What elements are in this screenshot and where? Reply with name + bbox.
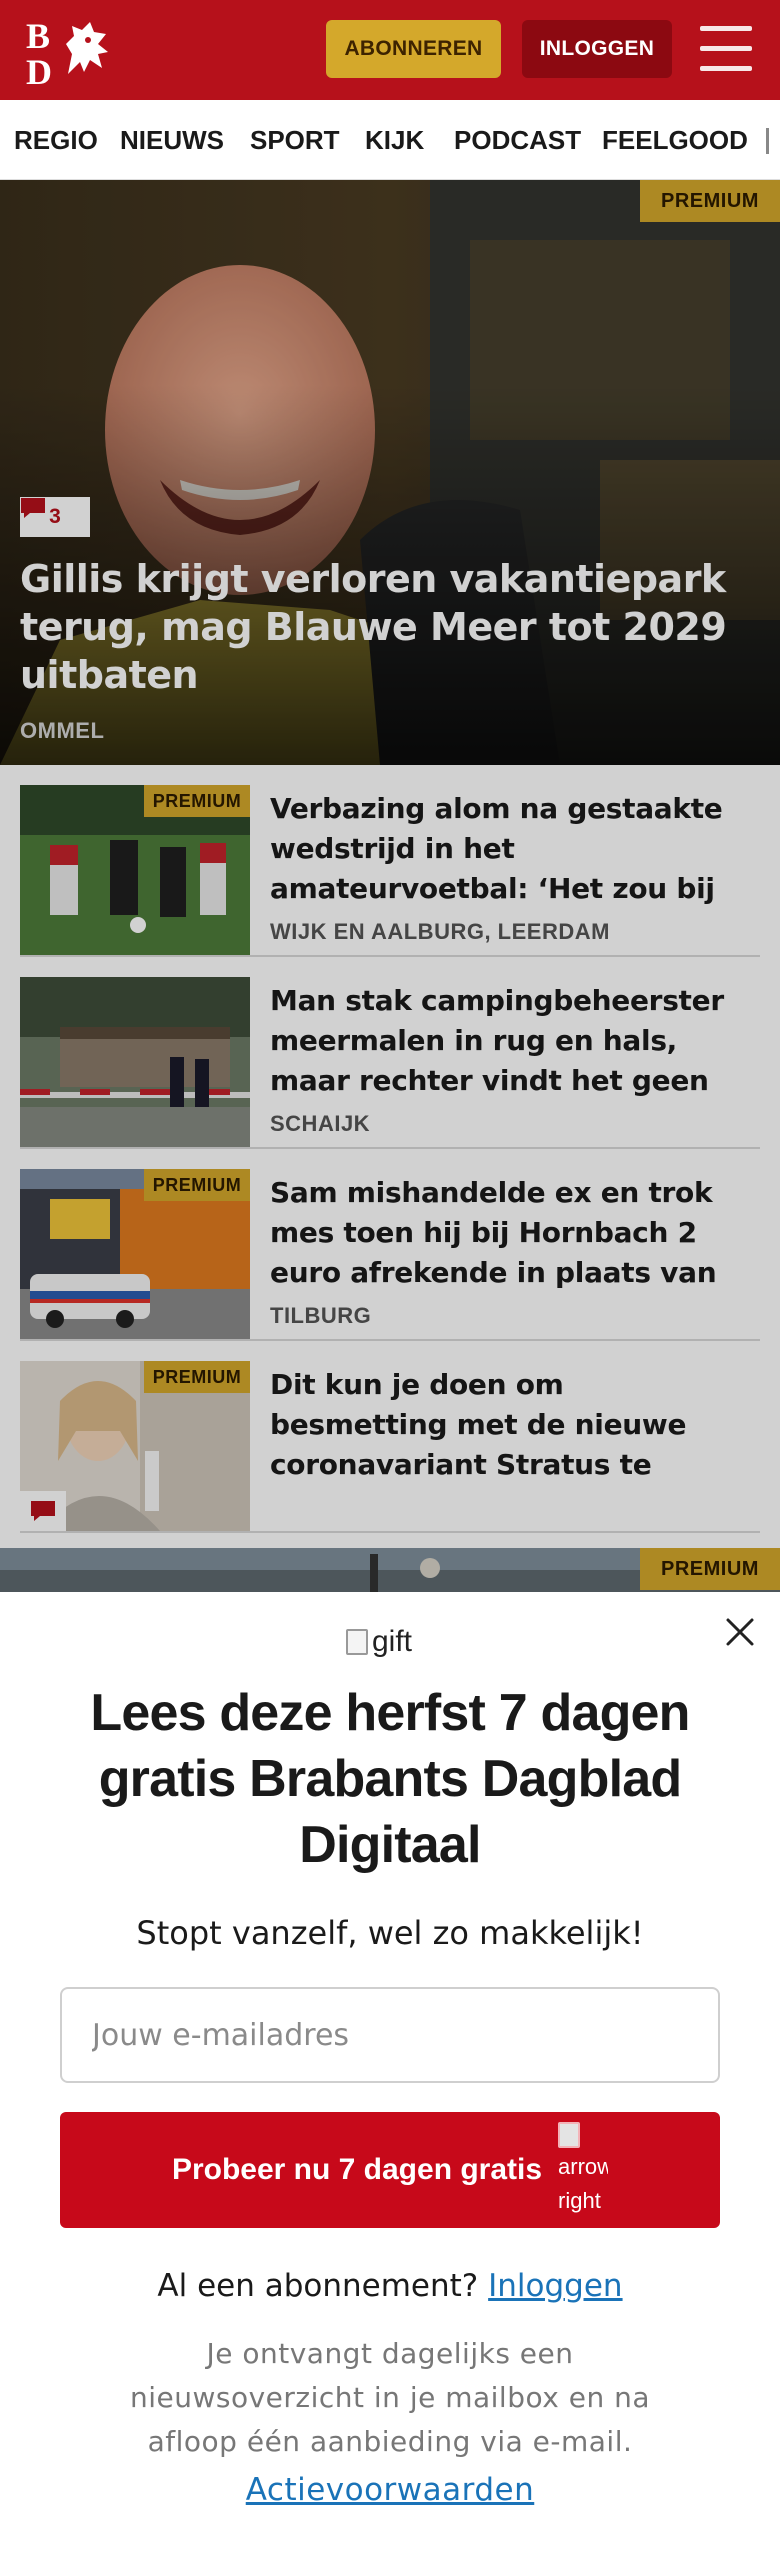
site-header: B D ABONNEREN INLOGGEN bbox=[0, 0, 780, 100]
brabants-dagblad-logo[interactable]: B D bbox=[24, 14, 116, 86]
nav-item-feelgood[interactable]: FEELGOOD bbox=[602, 100, 748, 179]
comment-count: 3 bbox=[49, 505, 61, 528]
login-button[interactable]: INLOGGEN bbox=[522, 20, 672, 78]
email-input[interactable] bbox=[60, 1987, 720, 2083]
nav-item-sport[interactable]: SPORT bbox=[250, 100, 340, 179]
comment-icon bbox=[31, 1501, 55, 1521]
hamburger-menu-icon[interactable] bbox=[700, 26, 752, 72]
hero-location: OMMEL bbox=[20, 718, 105, 743]
free-trial-label: Probeer nu 7 dagen gratis bbox=[171, 2153, 543, 2186]
comment-badge[interactable] bbox=[20, 1491, 66, 1531]
svg-text:D: D bbox=[26, 52, 52, 86]
modal-subheading: Stopt vanzelf, wel zo makkelijk! bbox=[136, 1914, 644, 1952]
premium-badge: PREMIUM bbox=[144, 1361, 250, 1393]
existing-account-line: Al een abonnement? Inloggen bbox=[60, 2268, 720, 2304]
broken-image-icon bbox=[346, 1629, 368, 1655]
article-thumbnail: PREMIUM bbox=[20, 1169, 250, 1339]
article-location: WIJK EN AALBURG, LEERDAM bbox=[270, 919, 610, 944]
arrow-alt-text: arrow-right bbox=[558, 2154, 609, 2213]
article-location: SCHAIJK bbox=[270, 1111, 371, 1136]
broken-image-icon bbox=[558, 2122, 581, 2148]
article-thumbnail: PREMIUM bbox=[20, 1361, 250, 1531]
free-trial-button[interactable]: Probeer nu 7 dagen gratis arrow-right bbox=[60, 2112, 720, 2228]
nav-item-podcast[interactable]: PODCAST bbox=[454, 100, 581, 179]
article-location: TILBURG bbox=[270, 1303, 372, 1328]
article-thumbnail: PREMIUM bbox=[20, 785, 250, 955]
article-title[interactable]: Dit kun je doen om besmetting met de nie… bbox=[270, 1365, 750, 1485]
hero-article[interactable]: PREMIUM 3 Gillis krijgt verloren vakanti… bbox=[0, 180, 780, 765]
section-nav: REGIO NIEUWS SPORT KIJK PODCAST FEELGOOD bbox=[0, 100, 780, 180]
comment-icon bbox=[21, 498, 45, 518]
terms-link[interactable]: Actievoorwaarden bbox=[60, 2472, 720, 2508]
gift-image: gift bbox=[346, 1624, 412, 1660]
nav-overflow-indicator bbox=[766, 128, 769, 154]
close-icon[interactable] bbox=[722, 1614, 758, 1650]
modal-heading: Lees deze herfst 7 dagen gratis Brabants… bbox=[90, 1684, 690, 1874]
article-title[interactable]: Sam mishandelde ex en trok mes toen hij … bbox=[270, 1173, 750, 1293]
article-row[interactable]: PREMIUM Verbazing alom na gestaakte weds… bbox=[20, 765, 760, 957]
arrow-right-icon: arrow-right bbox=[558, 2120, 608, 2220]
article-row[interactable]: Man stak campingbeheerster meermalen in … bbox=[20, 957, 760, 1149]
article-thumbnail bbox=[20, 977, 250, 1147]
article-title[interactable]: Verbazing alom na gestaakte wedstrijd in… bbox=[270, 789, 750, 909]
nav-item-kijk[interactable]: KIJK bbox=[365, 100, 424, 179]
premium-badge: PREMIUM bbox=[640, 180, 780, 222]
article-row[interactable]: PREMIUM Dit kun je doen om besmetting me… bbox=[20, 1341, 760, 1533]
premium-badge: PREMIUM bbox=[144, 785, 250, 817]
article-title[interactable]: Man stak campingbeheerster meermalen in … bbox=[270, 981, 750, 1101]
gift-alt-text: gift bbox=[372, 1625, 413, 1658]
comment-count-badge[interactable]: 3 bbox=[20, 497, 90, 537]
nav-item-regio[interactable]: REGIO bbox=[14, 100, 98, 179]
login-link[interactable]: Inloggen bbox=[488, 2268, 622, 2304]
article-row[interactable]: PREMIUM Sam mishandelde ex en trok mes t… bbox=[20, 1149, 760, 1341]
subscription-modal: gift Lees deze herfst 7 dagen gratis Bra… bbox=[0, 1592, 780, 2560]
next-article-teaser[interactable]: PREMIUM bbox=[0, 1548, 780, 1592]
subscribe-button[interactable]: ABONNEREN bbox=[326, 20, 501, 78]
hero-title[interactable]: Gillis krijgt verloren vakantiepark teru… bbox=[20, 555, 750, 699]
newsletter-disclaimer: Je ontvangt dagelijks een nieuwsoverzich… bbox=[129, 2337, 651, 2458]
nav-item-nieuws[interactable]: NIEUWS bbox=[120, 100, 224, 179]
svg-text:B: B bbox=[26, 16, 50, 56]
premium-badge: PREMIUM bbox=[640, 1548, 780, 1590]
premium-badge: PREMIUM bbox=[144, 1169, 250, 1201]
account-question: Al een abonnement? bbox=[157, 2268, 479, 2304]
